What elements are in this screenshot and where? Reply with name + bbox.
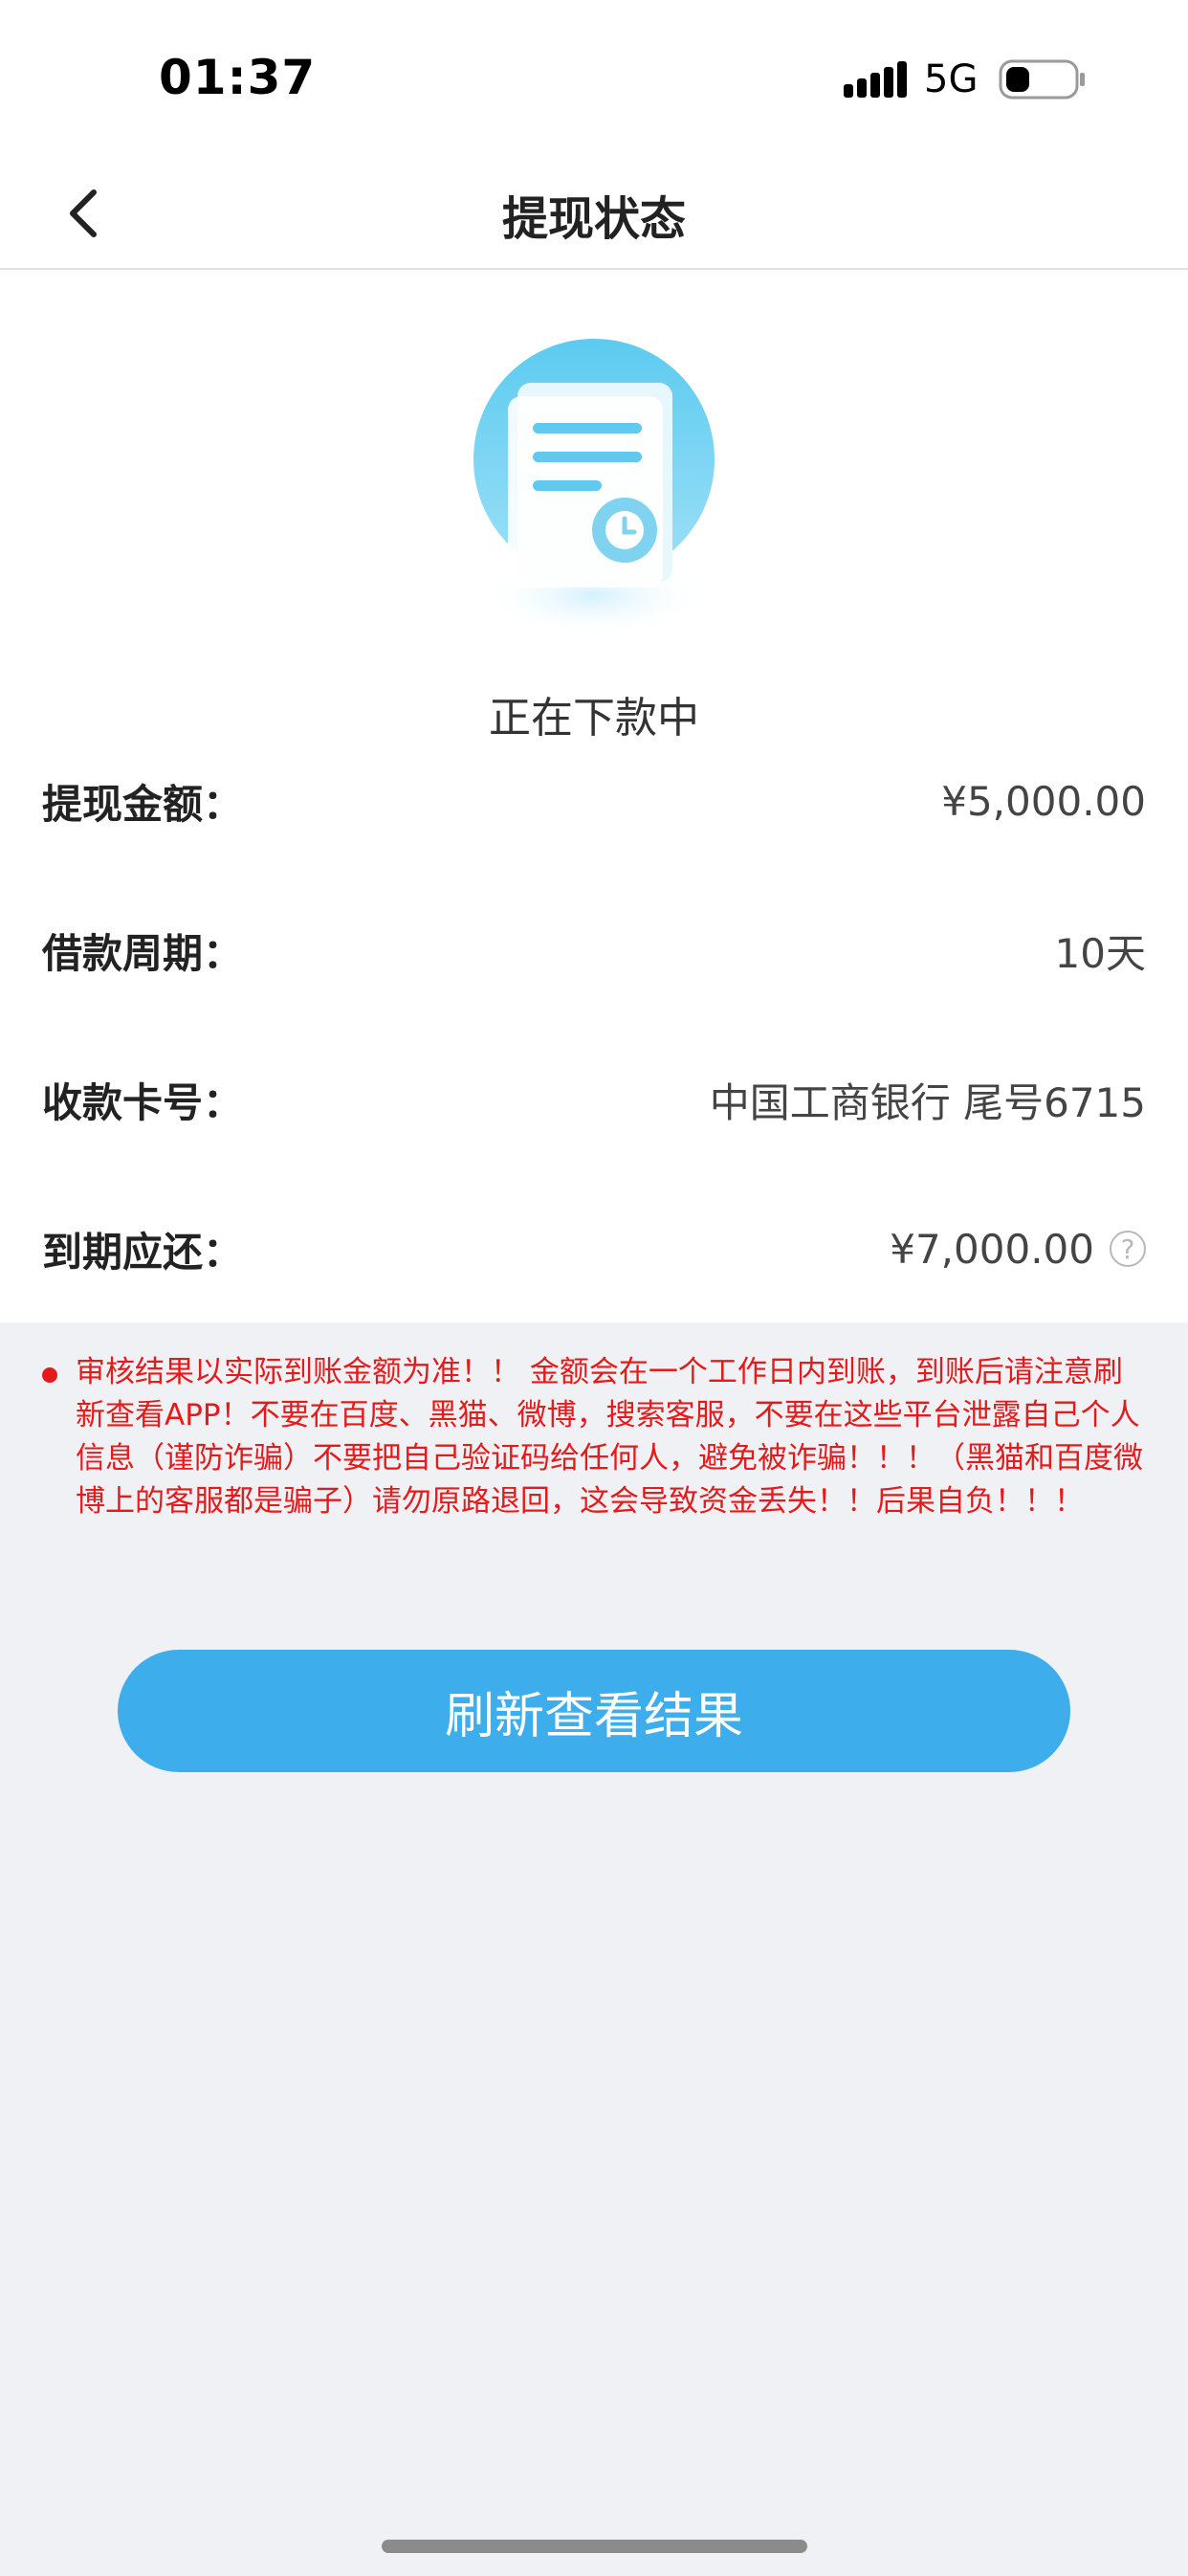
detail-value-wrap: ¥7,000.00 ? — [890, 1226, 1146, 1273]
signal-bars-icon — [844, 61, 907, 98]
detail-row-card: 收款卡号： 中国工商银行 尾号6715 — [42, 1061, 1146, 1138]
detail-value: 10天 — [1054, 929, 1146, 977]
notice-text: 审核结果以实际到账金额为准！！ 金额会在一个工作日内到账，到账后请注意刷新查看A… — [76, 1355, 1143, 1519]
question-circle-icon[interactable]: ? — [1110, 1231, 1146, 1267]
document-clock-icon — [473, 339, 715, 638]
detail-row-amount: 提现金额： ¥5,000.00 — [42, 763, 1146, 839]
home-indicator — [382, 2540, 807, 2553]
detail-value: ¥5,000.00 — [941, 777, 1146, 825]
detail-label: 到期应还： — [42, 1228, 244, 1276]
warning-notice: 审核结果以实际到账金额为准！！ 金额会在一个工作日内到账，到账后请注意刷新查看A… — [42, 1351, 1152, 1523]
detail-label: 提现金额： — [42, 780, 244, 828]
detail-label: 收款卡号： — [42, 1078, 244, 1126]
nav-bar: 提现状态 — [0, 158, 1188, 270]
status-text: 正在下款中 — [489, 694, 699, 743]
detail-row-due: 到期应还： ¥7,000.00 ? — [42, 1210, 1146, 1287]
detail-row-period: 借款周期： 10天 — [42, 912, 1146, 988]
detail-value: 中国工商银行 尾号6715 — [709, 1078, 1146, 1126]
battery-icon — [999, 59, 1085, 100]
status-bar: 01:37 5G — [0, 0, 1188, 158]
status-card: 正在下款中 提现金额： ¥5,000.00 借款周期： 10天 收款卡号： 中国… — [0, 270, 1188, 1322]
status-time: 01:37 — [159, 50, 317, 105]
bullet-dot-icon — [42, 1367, 57, 1383]
detail-value: ¥7,000.00 — [890, 1225, 1094, 1273]
page-title: 提现状态 — [501, 192, 686, 246]
detail-label: 借款周期： — [42, 929, 244, 977]
refresh-button[interactable]: 刷新查看结果 — [118, 1650, 1070, 1772]
network-type: 5G — [924, 57, 979, 101]
